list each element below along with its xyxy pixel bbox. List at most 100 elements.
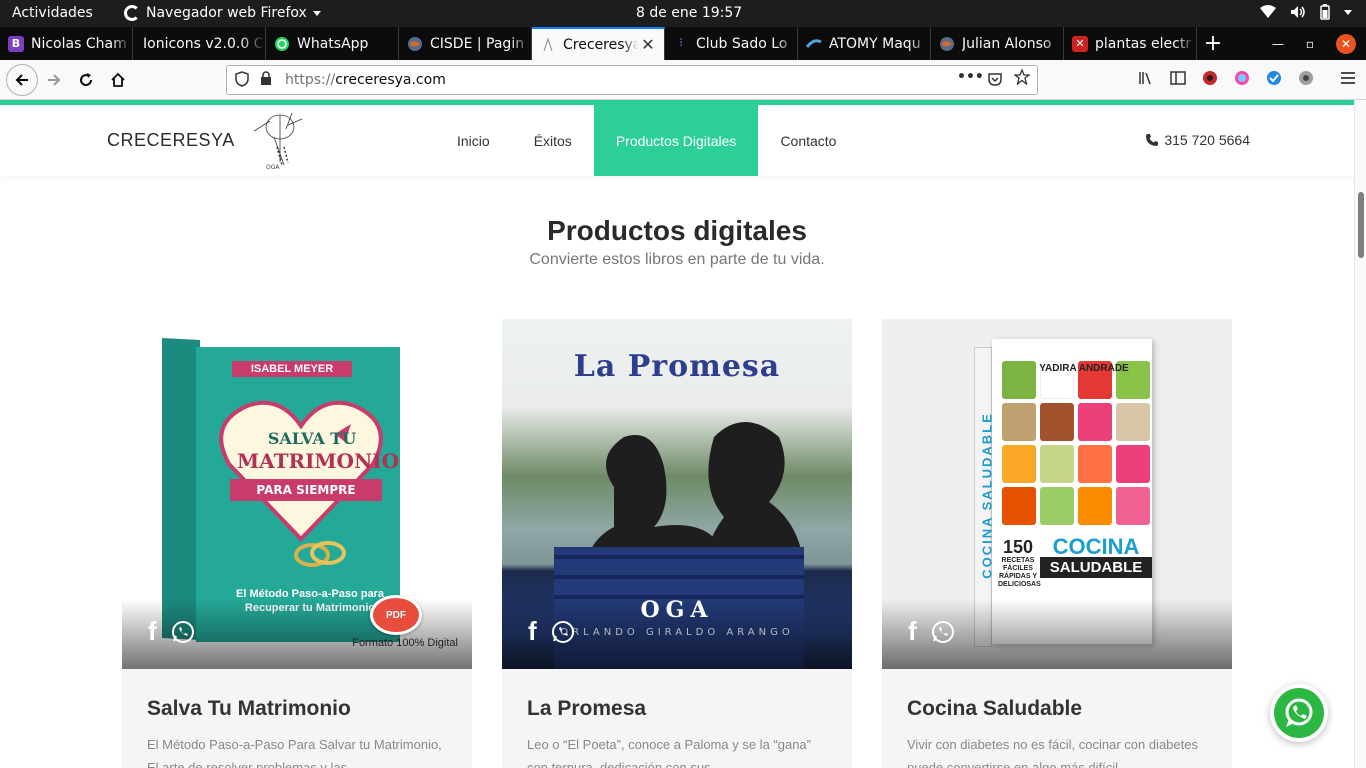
phone-link[interactable]: 315 720 5664 <box>1145 132 1250 148</box>
site-logo-text[interactable]: CRECERESYA <box>107 130 235 151</box>
share-links: f <box>148 616 195 647</box>
product-card-la-promesa[interactable]: La Promesa OGA ORLANDO GIRALDO ARANGO f … <box>502 319 852 768</box>
shield-icon[interactable] <box>235 71 249 91</box>
reload-icon <box>80 73 93 87</box>
library-icon[interactable] <box>1138 70 1154 86</box>
tab-julian[interactable]: Julian Alonso <box>931 27 1064 60</box>
book-author: YADIRA ANDRADE <box>1039 363 1129 374</box>
svg-text:OGA: OGA <box>266 164 280 171</box>
menu-item-inicio[interactable]: Inicio <box>435 105 512 176</box>
wifi-icon <box>1260 5 1276 18</box>
back-button[interactable] <box>6 64 38 96</box>
url-prefix: https:// <box>285 72 336 88</box>
reload-button[interactable] <box>72 66 100 94</box>
extension-blue-icon[interactable] <box>1266 70 1282 86</box>
more-actions-icon[interactable]: ••• <box>957 69 984 85</box>
tab-label: Julian Alonso <box>962 35 1052 52</box>
site-logo-icon[interactable]: OGA <box>244 107 308 171</box>
tab-atomy[interactable]: ATOMY Maqu <box>798 27 931 60</box>
product-description: El Método Paso-a-Paso Para Salvar tu Mat… <box>147 737 442 768</box>
book-title-line2: SALUDABLE <box>1040 557 1152 578</box>
home-button[interactable] <box>104 66 132 94</box>
volume-icon <box>1291 6 1305 18</box>
section-title: Productos digitales <box>547 215 807 246</box>
tab-label: WhatsApp <box>297 35 369 52</box>
product-card-cocina-saludable[interactable]: COCINA SALUDABLE YADIRA ANDRADE 150 RECE… <box>882 319 1232 768</box>
forward-button[interactable] <box>40 66 68 94</box>
close-tab-icon[interactable]: ✕ <box>638 35 658 54</box>
app-menu[interactable]: Navegador web Firefox <box>124 5 321 21</box>
sidebar-icon[interactable] <box>1170 70 1186 86</box>
facebook-icon[interactable]: f <box>148 616 157 647</box>
firefox-icon <box>124 5 140 21</box>
extension-red-icon[interactable] <box>1202 70 1218 86</box>
facebook-icon[interactable]: f <box>528 616 537 647</box>
product-card-salva-tu-matrimonio[interactable]: ISABEL MEYER SALVA TU MATRIMONIO PARA SI… <box>122 319 472 768</box>
facebook-icon[interactable]: f <box>908 616 917 647</box>
plantas-favicon-icon: ✕ <box>1072 35 1088 52</box>
tab-plantas[interactable]: ✕ plantas electr <box>1064 27 1197 60</box>
product-card-body: Cocina Saludable Vivir con diabetes no e… <box>882 669 1232 768</box>
tab-whatsapp[interactable]: WhatsApp <box>266 27 399 60</box>
tab-favicon-b-icon: B <box>8 35 24 52</box>
extension-color-icon[interactable] <box>1234 70 1250 86</box>
book-title-line1: SALVA TU <box>267 429 357 448</box>
battery-icon <box>1320 4 1330 20</box>
product-card-body: Salva Tu Matrimonio El Método Paso-a-Pas… <box>122 669 472 768</box>
product-cover-image[interactable]: La Promesa OGA ORLANDO GIRALDO ARANGO f <box>502 319 852 669</box>
pdf-badge-icon: PDF <box>370 595 422 635</box>
product-title[interactable]: Cocina Saludable <box>907 697 1207 721</box>
menu-item-productos-digitales[interactable]: Productos Digitales <box>593 105 759 176</box>
activities-button[interactable]: Actividades <box>12 5 93 21</box>
arrow-left-icon <box>15 74 28 86</box>
whatsapp-icon[interactable] <box>171 620 195 644</box>
extension-gray-icon[interactable] <box>1298 70 1314 86</box>
share-links: f <box>528 616 575 647</box>
tab-label: ATOMY Maqu <box>829 35 921 52</box>
format-label: Formato 100% Digital <box>352 637 458 649</box>
phone-icon <box>1146 134 1159 146</box>
menu-item-contacto[interactable]: Contacto <box>758 105 858 176</box>
new-tab-button[interactable]: + <box>1197 27 1229 60</box>
phone-number: 315 720 5664 <box>1164 132 1250 148</box>
tab-cisde[interactable]: CISDE | Pagin <box>399 27 532 60</box>
tab-club-sado[interactable]: ⫶ Club Sado Lo <box>665 27 798 60</box>
tab-strip: B Nicolas Cham Ionicons v2.0.0 C WhatsAp… <box>0 27 1366 60</box>
product-title[interactable]: La Promesa <box>527 697 827 721</box>
tab-ionicons[interactable]: Ionicons v2.0.0 C <box>133 27 266 60</box>
product-cover-image[interactable]: COCINA SALUDABLE YADIRA ANDRADE 150 RECE… <box>882 319 1232 669</box>
product-cover-image[interactable]: ISABEL MEYER SALVA TU MATRIMONIO PARA SI… <box>122 319 472 669</box>
tab-nicolas[interactable]: B Nicolas Cham <box>0 27 133 60</box>
bookmark-star-icon[interactable] <box>1013 68 1031 89</box>
os-top-bar: Actividades Navegador web Firefox 8 de e… <box>0 0 1366 27</box>
clock[interactable]: 8 de ene 19:57 <box>636 5 742 21</box>
club-favicon-icon: ⫶ <box>679 38 683 49</box>
maximize-icon[interactable]: ▫ <box>1306 37 1314 51</box>
whatsapp-icon[interactable] <box>931 620 955 644</box>
scrollbar-thumb[interactable] <box>1358 192 1364 258</box>
system-menu-chevron-icon <box>1344 9 1352 15</box>
url-text[interactable]: https://creceresya.com <box>285 72 446 88</box>
creceresya-favicon-icon <box>540 36 556 53</box>
menu-item-exitos[interactable]: Éxitos <box>512 105 594 176</box>
lock-icon[interactable] <box>260 71 272 89</box>
atomy-favicon-icon <box>806 36 822 52</box>
pocket-icon[interactable] <box>987 71 1003 91</box>
wedding-rings-icon <box>294 541 346 567</box>
tab-label: Creceresya <box>563 36 638 53</box>
product-description: Vivir con diabetes no es fácil, cocinar … <box>907 737 1198 768</box>
page-scrollbar[interactable] <box>1354 100 1366 768</box>
system-tray[interactable] <box>1260 4 1352 20</box>
url-bar[interactable]: https://creceresya.com ••• <box>226 65 1038 95</box>
section-subtitle: Convierte estos libros en parte de tu vi… <box>529 251 825 268</box>
close-window-icon[interactable]: ✕ <box>1336 33 1356 54</box>
site-header: CRECERESYA OGA Inicio Éxitos Productos D… <box>0 105 1354 176</box>
product-title[interactable]: Salva Tu Matrimonio <box>147 697 447 721</box>
whatsapp-favicon-icon <box>274 36 290 52</box>
tab-creceresya[interactable]: Creceresya ✕ <box>532 27 665 60</box>
hamburger-menu-icon[interactable] <box>1340 70 1356 86</box>
main-menu: Inicio Éxitos Productos Digitales Contac… <box>435 105 858 176</box>
minimize-icon[interactable]: — <box>1272 37 1284 51</box>
whatsapp-chat-button[interactable] <box>1270 684 1328 742</box>
whatsapp-icon[interactable] <box>551 620 575 644</box>
